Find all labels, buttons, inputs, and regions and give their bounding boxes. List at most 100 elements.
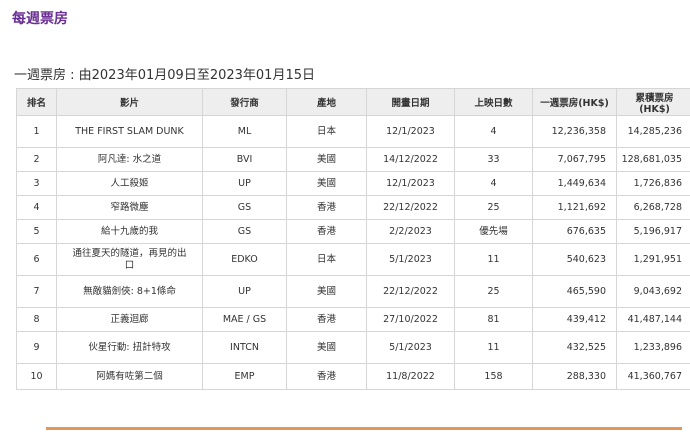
cell-release-date: 2/2/2023 (366, 219, 455, 244)
cell-rank: 4 (16, 195, 57, 220)
col-header-distributor: 發行商 (202, 88, 287, 116)
cell-origin: 日本 (286, 115, 367, 148)
table-row: 5 給十九歲的我 GS 香港 2/2/2023 優先場 676,635 5,19… (16, 219, 690, 244)
cell-release-date: 5/1/2023 (366, 331, 455, 364)
cell-weekly-gross: 1,449,634 (532, 171, 617, 196)
table-row: 6 通往夏天的隧道，再見的出口 EDKO 日本 5/1/2023 11 540,… (16, 243, 690, 276)
cell-rank: 2 (16, 147, 57, 172)
col-header-origin: 產地 (286, 88, 367, 116)
cell-weekly-gross: 465,590 (532, 275, 617, 308)
cell-release-date: 12/1/2023 (366, 115, 455, 148)
cell-distributor: BVI (202, 147, 287, 172)
cell-days: 4 (454, 171, 533, 196)
cell-cumulative-gross: 6,268,728 (616, 195, 690, 220)
cell-distributor: GS (202, 195, 287, 220)
cell-days: 4 (454, 115, 533, 148)
cell-film: 無敵貓劍俠: 8+1條命 (56, 275, 203, 308)
cell-release-date: 12/1/2023 (366, 171, 455, 196)
table-row: 4 窄路微塵 GS 香港 22/12/2022 25 1,121,692 6,2… (16, 195, 690, 220)
cell-release-date: 5/1/2023 (366, 243, 455, 276)
cell-film: 正義迴廊 (56, 307, 203, 332)
cell-days: 158 (454, 363, 533, 390)
cell-weekly-gross: 432,525 (532, 331, 617, 364)
cell-origin: 香港 (286, 219, 367, 244)
col-header-days: 上映日數 (454, 88, 533, 116)
cell-days: 優先場 (454, 219, 533, 244)
cell-release-date: 14/12/2022 (366, 147, 455, 172)
cell-cumulative-gross: 9,043,692 (616, 275, 690, 308)
col-header-weekly-gross: 一週票房(HK$) (532, 88, 617, 116)
cell-release-date: 11/8/2022 (366, 363, 455, 390)
cell-origin: 美國 (286, 275, 367, 308)
cell-distributor: UP (202, 171, 287, 196)
cell-cumulative-gross: 41,360,767 (616, 363, 690, 390)
cell-cumulative-gross: 128,681,035 (616, 147, 690, 172)
table-row: 8 正義迴廊 MAE / GS 香港 27/10/2022 81 439,412… (16, 307, 690, 332)
cell-weekly-gross: 1,121,692 (532, 195, 617, 220)
cell-origin: 美國 (286, 331, 367, 364)
table-row: 3 人工殺姬 UP 美國 12/1/2023 4 1,449,634 1,726… (16, 171, 690, 196)
cell-origin: 美國 (286, 171, 367, 196)
cell-rank: 1 (16, 115, 57, 148)
cell-release-date: 27/10/2022 (366, 307, 455, 332)
page-title: 每週票房 (12, 11, 68, 27)
cell-weekly-gross: 439,412 (532, 307, 617, 332)
cell-days: 25 (454, 195, 533, 220)
cell-distributor: EDKO (202, 243, 287, 276)
cell-distributor: MAE / GS (202, 307, 287, 332)
cell-cumulative-gross: 5,196,917 (616, 219, 690, 244)
cell-film: 窄路微塵 (56, 195, 203, 220)
cell-film: 通往夏天的隧道，再見的出口 (56, 243, 203, 276)
cell-distributor: EMP (202, 363, 287, 390)
cell-days: 33 (454, 147, 533, 172)
cell-origin: 日本 (286, 243, 367, 276)
table-header: 排名 影片 發行商 產地 開畫日期 上映日數 一週票房(HK$) 累積票房(HK… (16, 88, 690, 116)
cell-release-date: 22/12/2022 (366, 195, 455, 220)
cell-rank: 7 (16, 275, 57, 308)
col-header-release-date: 開畫日期 (366, 88, 455, 116)
cell-rank: 5 (16, 219, 57, 244)
table-row: 1 THE FIRST SLAM DUNK ML 日本 12/1/2023 4 … (16, 115, 690, 148)
col-header-rank: 排名 (16, 88, 57, 116)
cell-distributor: ML (202, 115, 287, 148)
cell-cumulative-gross: 41,487,144 (616, 307, 690, 332)
cell-rank: 3 (16, 171, 57, 196)
cell-origin: 香港 (286, 363, 367, 390)
cell-cumulative-gross: 1,291,951 (616, 243, 690, 276)
cell-weekly-gross: 676,635 (532, 219, 617, 244)
cell-origin: 香港 (286, 307, 367, 332)
cell-rank: 6 (16, 243, 57, 276)
cell-days: 81 (454, 307, 533, 332)
cell-origin: 美國 (286, 147, 367, 172)
cell-film: 阿凡達: 水之道 (56, 147, 203, 172)
cell-film: THE FIRST SLAM DUNK (56, 115, 203, 148)
cell-origin: 香港 (286, 195, 367, 220)
cell-release-date: 22/12/2022 (366, 275, 455, 308)
cell-cumulative-gross: 1,726,836 (616, 171, 690, 196)
cell-weekly-gross: 12,236,358 (532, 115, 617, 148)
cell-rank: 8 (16, 307, 57, 332)
cell-days: 11 (454, 331, 533, 364)
table-row: 2 阿凡達: 水之道 BVI 美國 14/12/2022 33 7,067,79… (16, 147, 690, 172)
cell-days: 11 (454, 243, 533, 276)
table-row: 9 伙星行動: 扭計特攻 INTCN 美國 5/1/2023 11 432,52… (16, 331, 690, 364)
cell-rank: 9 (16, 331, 57, 364)
cell-distributor: INTCN (202, 331, 287, 364)
cell-cumulative-gross: 1,233,896 (616, 331, 690, 364)
period-caption: 一週票房 : 由2023年01月09日至2023年01月15日 (14, 68, 315, 83)
cell-distributor: UP (202, 275, 287, 308)
col-header-film: 影片 (56, 88, 203, 116)
table-row: 10 阿媽有咗第二個 EMP 香港 11/8/2022 158 288,330 … (16, 363, 690, 390)
table-row: 7 無敵貓劍俠: 8+1條命 UP 美國 22/12/2022 25 465,5… (16, 275, 690, 308)
cell-distributor: GS (202, 219, 287, 244)
cell-film: 伙星行動: 扭計特攻 (56, 331, 203, 364)
cell-cumulative-gross: 14,285,236 (616, 115, 690, 148)
cell-weekly-gross: 7,067,795 (532, 147, 617, 172)
cell-film: 人工殺姬 (56, 171, 203, 196)
cell-days: 25 (454, 275, 533, 308)
col-header-cumulative-gross: 累積票房(HK$) (616, 88, 690, 116)
cell-film: 給十九歲的我 (56, 219, 203, 244)
bottom-accent-bar (46, 427, 682, 430)
box-office-table: 排名 影片 發行商 產地 開畫日期 上映日數 一週票房(HK$) 累積票房(HK… (16, 88, 690, 390)
cell-rank: 10 (16, 363, 57, 390)
